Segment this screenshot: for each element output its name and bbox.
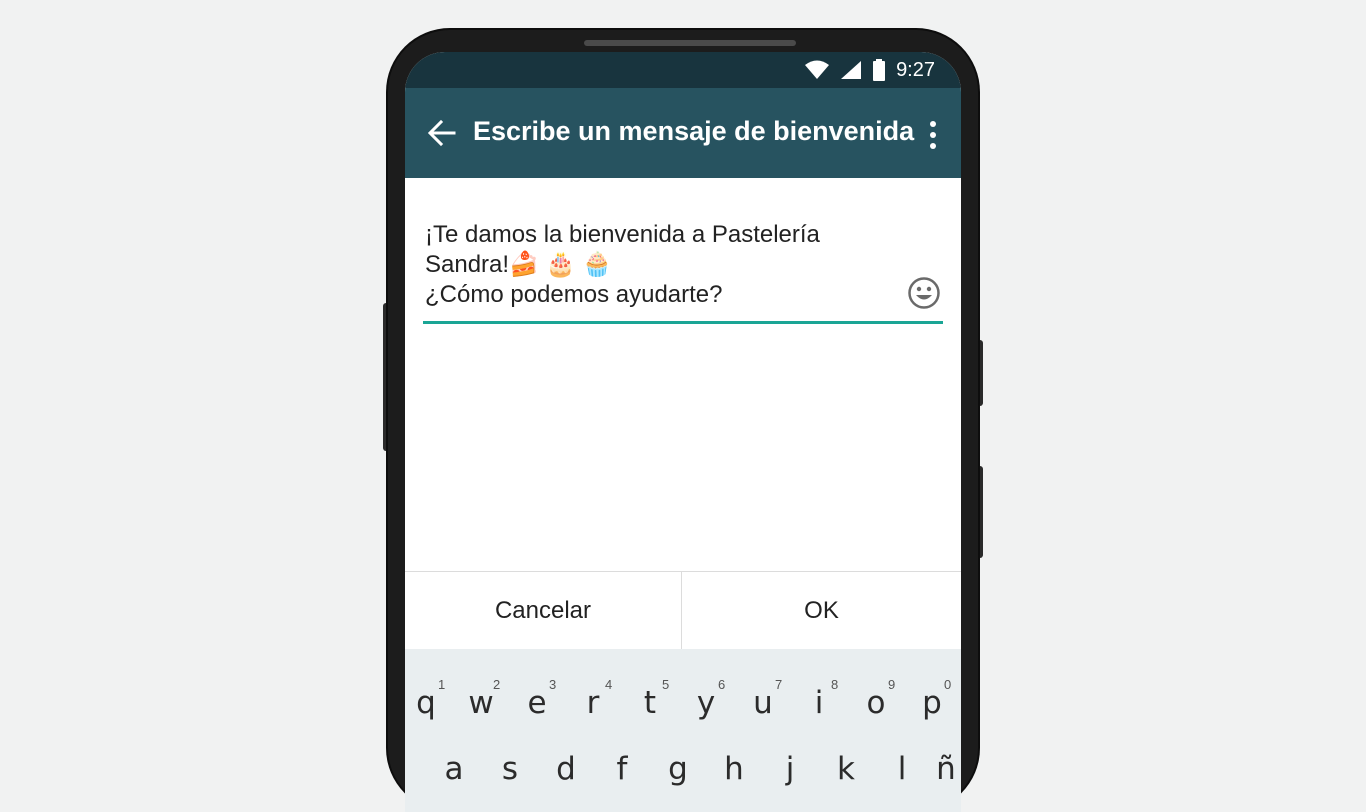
key-hint: 8 <box>831 677 839 692</box>
key-hint: 9 <box>888 677 896 692</box>
key-k[interactable]: k <box>827 751 865 787</box>
key-e[interactable]: e 3 <box>518 649 564 721</box>
cake-slice-emoji: 🍰 <box>509 251 539 278</box>
key-f[interactable]: f <box>603 751 641 787</box>
signal-icon <box>841 61 862 79</box>
key-hint: 5 <box>662 677 670 692</box>
arrow-left-icon[interactable] <box>427 118 457 148</box>
key-d[interactable]: d <box>547 751 585 787</box>
phone-screen: 9:27 Escribe un mensaje de bienvenida ¡T… <box>405 52 961 812</box>
status-time: 9:27 <box>896 58 935 81</box>
keyboard: q 1 w 2 e 3 r 4 t 5 y 6 u 7 i 8 o 9 p 0 … <box>405 649 961 812</box>
key-hint: 2 <box>493 677 501 692</box>
page-title: Escribe un mensaje de bienvenida <box>473 116 915 146</box>
cupcake-emoji: 🧁 <box>582 251 613 278</box>
key-t[interactable]: t 5 <box>631 649 677 721</box>
dialog-actions: Cancelar OK <box>405 571 961 650</box>
key-hint: 1 <box>438 677 446 692</box>
key-r[interactable]: r 4 <box>574 649 620 721</box>
key-w[interactable]: w 2 <box>462 649 508 721</box>
cancel-button[interactable]: Cancelar <box>405 572 681 650</box>
battery-icon <box>873 59 886 81</box>
key-hint: 6 <box>718 677 726 692</box>
input-underline <box>423 321 943 324</box>
key-hint: 4 <box>605 677 613 692</box>
key-p[interactable]: p 0 <box>913 649 959 721</box>
key-hint: 7 <box>775 677 783 692</box>
key-o[interactable]: o 9 <box>857 649 903 721</box>
more-vert-icon[interactable] <box>921 118 945 152</box>
birthday-cake-emoji: 🎂 <box>545 251 576 278</box>
smiley-icon[interactable] <box>907 276 941 310</box>
key-l[interactable]: l <box>883 751 921 787</box>
status-bar: 9:27 <box>405 52 961 88</box>
key-h[interactable]: h <box>715 751 753 787</box>
message-line-2: Sandra! <box>425 251 510 278</box>
message-line-1: ¡Te damos la bienvenida a Pastelería <box>425 221 820 248</box>
key-hint: 0 <box>944 677 952 692</box>
welcome-message-text[interactable]: ¡Te damos la bienvenida a Pastelería San… <box>425 220 895 310</box>
key-i[interactable]: i 8 <box>800 649 846 721</box>
key-u[interactable]: u 7 <box>744 649 790 721</box>
key-y[interactable]: y 6 <box>687 649 733 721</box>
key-j[interactable]: j <box>771 751 809 787</box>
message-line-3: ¿Cómo podemos ayudarte? <box>425 281 723 308</box>
welcome-message-field[interactable]: ¡Te damos la bienvenida a Pastelería San… <box>423 220 943 326</box>
wifi-icon <box>805 60 830 79</box>
key-g[interactable]: g <box>659 751 697 787</box>
key-s[interactable]: s <box>491 751 529 787</box>
key-hint: 3 <box>549 677 557 692</box>
key-enye[interactable]: ñ <box>927 751 961 787</box>
phone-speaker <box>584 40 796 46</box>
key-a[interactable]: a <box>435 751 473 787</box>
key-q[interactable]: q 1 <box>407 649 453 721</box>
ok-button[interactable]: OK <box>682 572 961 650</box>
app-bar: Escribe un mensaje de bienvenida <box>405 88 961 178</box>
